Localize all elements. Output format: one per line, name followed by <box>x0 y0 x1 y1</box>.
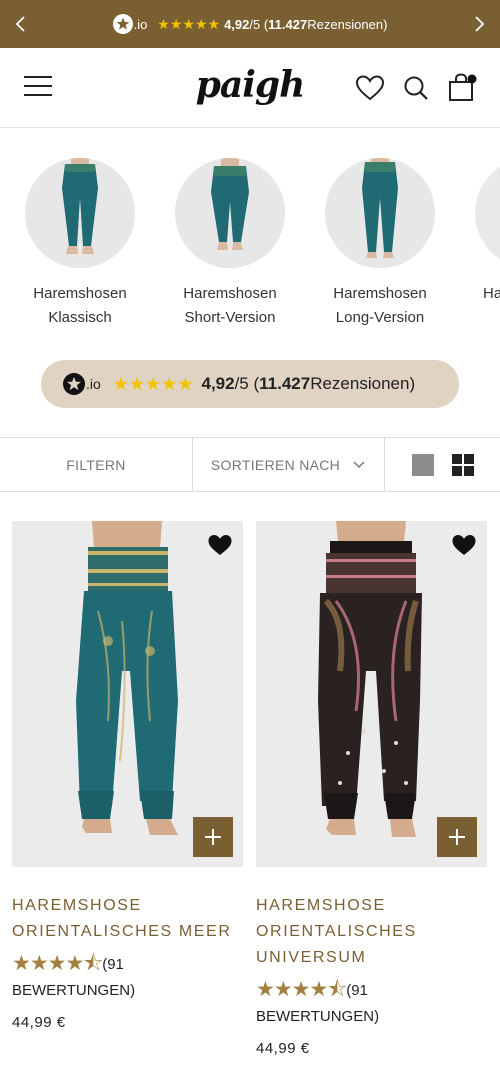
brand-suffix: .io <box>86 376 101 392</box>
add-to-wishlist-button[interactable] <box>207 533 233 557</box>
quick-add-button[interactable] <box>193 817 233 857</box>
category-label: Ha <box>455 282 500 306</box>
menu-button[interactable] <box>24 76 54 98</box>
category-carousel[interactable]: Haremshosen Klassisch Haremshosen Short-Ve… <box>0 128 500 348</box>
category-image <box>175 158 285 268</box>
product-price: 44,99 € <box>256 1040 310 1057</box>
category-label: Haremshosen Long-Version <box>305 282 455 330</box>
rating-stars: ★★★★★ <box>157 15 221 32</box>
product-rating: ★★★★⯪(91 BEWERTUNGEN) <box>12 951 243 1004</box>
filter-label: FILTERN <box>66 456 126 473</box>
product-rating: ★★★★⯪(91 BEWERTUNGEN) <box>256 977 487 1030</box>
site-header: paigh <box>0 48 500 128</box>
review-count-prefix: (91 <box>102 956 124 973</box>
category-label-line1: Ha <box>483 285 500 302</box>
star-badge-icon <box>112 14 133 34</box>
menu-icon-bar <box>24 85 52 87</box>
product-title-line1: HAREMSHOSE <box>12 897 142 914</box>
rating-count: 11.427 <box>268 16 308 32</box>
add-to-wishlist-button[interactable] <box>451 533 477 557</box>
product-title[interactable]: HAREMSHOSE ORIENTALISCHES UNIVERSUM <box>256 893 487 971</box>
category-image <box>325 158 435 268</box>
category-item-short-version[interactable]: Haremshosen Short-Version <box>155 158 305 330</box>
product-image[interactable] <box>12 521 243 867</box>
search-button[interactable] <box>400 72 432 104</box>
product-card[interactable]: HAREMSHOSE ORIENTALISCHES UNIVERSUM ★★★★… <box>256 521 487 1057</box>
announcement-bar: .io ★★★★★ 4,92/5 (11.427 Rezensionen) <box>0 0 500 48</box>
category-label: Haremshosen Klassisch <box>5 282 155 330</box>
category-image <box>475 158 500 268</box>
rating-count-suffix: Rezensionen) <box>310 374 416 393</box>
menu-icon-bar <box>24 94 52 96</box>
trustedshops-badge: .io <box>112 14 148 34</box>
sort-label: SORTIEREN NACH <box>210 456 341 473</box>
review-count-prefix: (91 <box>346 982 368 999</box>
rating-score-suffix: /5 ( <box>249 16 269 32</box>
category-item-partial[interactable]: Ha <box>455 158 500 306</box>
rating-score-suffix: /5 ( <box>234 374 260 393</box>
product-card[interactable]: HAREMSHOSE ORIENTALISCHES MEER ★★★★⯪(91 … <box>12 521 243 1031</box>
announcement-rating[interactable]: .io ★★★★★ 4,92/5 (11.427 Rezensionen) <box>112 14 388 34</box>
heart-icon <box>208 535 232 555</box>
product-price: 44,99 € <box>12 1014 66 1031</box>
rating-stars: ★★★★★ <box>112 373 194 394</box>
rating-count: 11.427 <box>259 374 311 393</box>
product-title-line1: HAREMSHOSE <box>256 897 386 914</box>
review-count-suffix: BEWERTUNGEN) <box>12 982 136 999</box>
view-switcher <box>385 438 500 491</box>
sort-dropdown[interactable]: SORTIEREN NACH <box>193 438 385 491</box>
search-icon <box>404 76 428 100</box>
category-label: Haremshosen Short-Version <box>155 282 305 330</box>
star-badge-icon <box>63 373 85 395</box>
filter-sort-bar: FILTERN SORTIEREN NACH <box>0 437 500 492</box>
product-title-line3: UNIVERSUM <box>256 949 367 966</box>
filter-button[interactable]: FILTERN <box>0 438 193 491</box>
chevron-left-icon <box>15 16 25 32</box>
category-image <box>25 158 135 268</box>
category-item-long-version[interactable]: Haremshosen Long-Version <box>305 158 455 330</box>
category-label-line1: Haremshosen <box>333 285 427 302</box>
cart-button[interactable] <box>446 72 478 104</box>
plus-icon <box>449 829 465 845</box>
single-column-view-icon[interactable] <box>411 453 434 476</box>
rating-count-suffix: Rezensionen) <box>307 16 388 32</box>
rating-stars: ★★★★⯪ <box>12 952 103 975</box>
previous-announcement-button[interactable] <box>0 0 40 48</box>
menu-icon <box>24 76 52 78</box>
category-label-line2: Long-Version <box>335 309 425 326</box>
next-announcement-button[interactable] <box>460 0 500 48</box>
rating-summary-pill[interactable]: .io ★★★★★ 4,92/5 (11.427 Rezensionen) <box>41 360 459 408</box>
trustedshops-badge: .io <box>63 373 101 395</box>
category-label-line2: Short-Version <box>184 309 276 326</box>
rating-stars: ★★★★⯪ <box>256 978 347 1001</box>
chevron-right-icon <box>475 16 485 32</box>
wishlist-button[interactable] <box>354 72 386 104</box>
plus-icon <box>205 829 221 845</box>
category-label-line1: Haremshosen <box>33 285 127 302</box>
product-title-line2: ORIENTALISCHES MEER <box>12 923 232 940</box>
chevron-down-icon <box>353 460 365 468</box>
category-label-line1: Haremshosen <box>183 285 277 302</box>
heart-icon <box>452 535 476 555</box>
grid-view-icon[interactable] <box>451 453 474 476</box>
product-title-line2: ORIENTALISCHES <box>256 923 417 940</box>
review-count-suffix: BEWERTUNGEN) <box>256 1008 380 1025</box>
rating-score: 4,92 <box>224 16 250 32</box>
heart-icon <box>355 75 385 101</box>
product-title[interactable]: HAREMSHOSE ORIENTALISCHES MEER <box>12 893 243 945</box>
rating-score: 4,92 <box>201 374 235 393</box>
shopping-bag-icon <box>449 73 477 101</box>
category-label-line2: Klassisch <box>48 309 112 326</box>
quick-add-button[interactable] <box>437 817 477 857</box>
brand-suffix: .io <box>133 16 148 32</box>
product-image[interactable] <box>256 521 487 867</box>
category-item-klassisch[interactable]: Haremshosen Klassisch <box>5 158 155 330</box>
